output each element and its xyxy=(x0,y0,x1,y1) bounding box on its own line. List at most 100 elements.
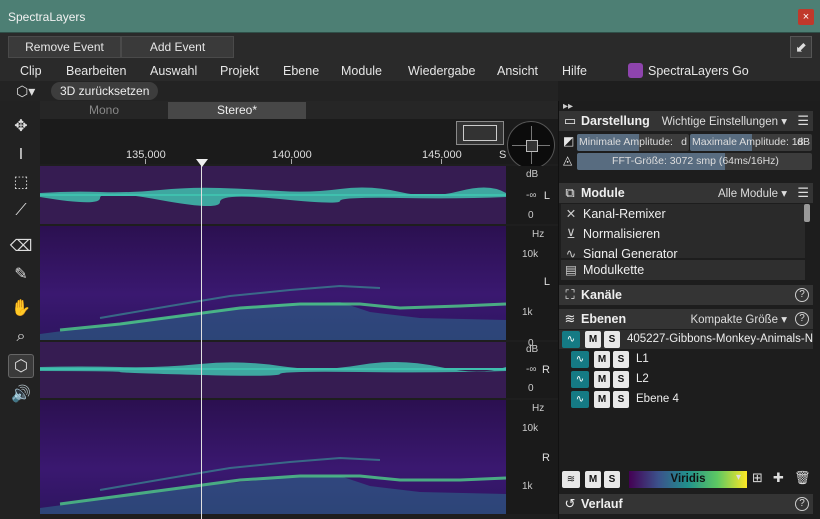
menu-module[interactable]: Module xyxy=(341,64,382,78)
spectrogram-left-graph xyxy=(40,284,506,340)
waveform-left-graph xyxy=(40,187,506,207)
db-inf-label: -∞ xyxy=(526,364,537,375)
max-amplitude-slider[interactable]: Maximale Amplitude: 18 dB xyxy=(690,134,812,151)
menu-ebene[interactable]: Ebene xyxy=(283,64,319,78)
chevron-down-icon[interactable]: ▾ xyxy=(736,472,741,483)
monitor-icon: ▭ xyxy=(563,113,577,128)
reset-3d-button[interactable]: 3D zurücksetzen xyxy=(51,82,159,100)
layer-row-root[interactable]: ∿ M S 405227-Gibbons-Monkey-Animals-N xyxy=(559,330,813,349)
solo-button[interactable]: S xyxy=(604,331,620,348)
menu-wiedergabe[interactable]: Wiedergabe xyxy=(408,64,475,78)
min-amplitude-slider[interactable]: Minimale Amplitude: d xyxy=(577,134,689,151)
display-preset-dropdown[interactable]: Wichtige Einstellungen ▾ xyxy=(662,114,787,128)
help-icon[interactable]: ? xyxy=(795,312,809,326)
move-icon[interactable]: ✥ xyxy=(8,115,34,139)
freq-1k-label: 1k xyxy=(522,307,533,318)
rect-select-icon[interactable]: ⬚ xyxy=(8,171,34,195)
mute-button[interactable]: M xyxy=(585,331,601,348)
playhead-line[interactable] xyxy=(201,160,202,519)
new-layer-icon[interactable]: ⊞ xyxy=(752,470,763,486)
waveform-right[interactable]: 0 dB -∞ 0 R xyxy=(40,338,558,398)
remove-event-button[interactable]: Remove Event xyxy=(8,36,121,58)
freq-1k-label: 1k xyxy=(522,481,533,492)
tab-stereo[interactable]: Stereo* xyxy=(168,102,306,119)
display-preset-value: Wichtige Einstellungen xyxy=(661,116,779,128)
spectrogram-left[interactable]: Hz 10k 1k L xyxy=(40,226,558,340)
time-select-icon[interactable]: I xyxy=(8,143,34,167)
channel-tabs: Mono Stereo* xyxy=(40,101,558,119)
modules-section-header[interactable]: ⧉ Module Alle Module ▾ ☰ xyxy=(559,183,813,203)
module-chain-button[interactable]: ▤ Modulkette xyxy=(561,260,805,280)
mute-button[interactable]: M xyxy=(594,391,610,408)
eraser-icon[interactable]: ⌫ xyxy=(8,235,34,259)
menu-clip[interactable]: Clip xyxy=(20,64,42,78)
layer-row[interactable]: ∿ M S Ebene 4 xyxy=(559,390,813,409)
mute-all-button[interactable]: M xyxy=(585,471,601,488)
solo-button[interactable]: S xyxy=(613,371,629,388)
trash-icon[interactable]: 🗑 xyxy=(794,470,811,486)
hz-label: Hz xyxy=(532,229,545,240)
module-item[interactable]: ∿ Signal Generator xyxy=(561,244,805,258)
spectrogram-right[interactable]: Hz 10k 1k R xyxy=(40,400,558,514)
generator-icon: ∿ xyxy=(565,247,577,258)
close-icon[interactable]: × xyxy=(798,9,814,25)
layer-stack-icon[interactable]: ≋ xyxy=(562,471,580,488)
module-item[interactable]: ✕ Kanal-Remixer xyxy=(561,204,805,224)
overview-thumbnail[interactable] xyxy=(456,121,504,145)
add-waveform-icon[interactable]: ✚ xyxy=(773,470,784,486)
tab-mono[interactable]: Mono xyxy=(40,102,168,119)
nav-cube-icon[interactable] xyxy=(526,140,538,152)
brush-select-icon[interactable]: ⟋ xyxy=(8,199,34,223)
speaker-icon[interactable]: 🔊 xyxy=(8,383,34,407)
overview-viewport[interactable] xyxy=(463,125,497,141)
modules-title: Module xyxy=(581,186,625,200)
module-label: Signal Generator xyxy=(583,247,678,258)
right-panel: ▸▸ ▭ Darstellung Wichtige Einstellungen … xyxy=(558,101,820,519)
view-cube-icon[interactable]: ⬡▾ xyxy=(16,83,35,100)
fft-size-slider[interactable]: FFT-Größe: 3072 smp (64ms/16Hz) xyxy=(577,153,812,170)
event-toolbar: Remove Event Add Event ⬋ xyxy=(0,33,820,61)
display-title: Darstellung xyxy=(581,114,650,128)
menu-ansicht[interactable]: Ansicht xyxy=(497,64,538,78)
layers-size-dropdown[interactable]: Kompakte Größe ▾ xyxy=(690,312,787,326)
mute-button[interactable]: M xyxy=(594,351,610,368)
layer-row[interactable]: ∿ M S L2 xyxy=(559,370,813,389)
waveform-left[interactable]: dB -∞ 0 L xyxy=(40,166,558,224)
navigation-wheel[interactable] xyxy=(507,121,555,169)
solo-button[interactable]: S xyxy=(613,351,629,368)
menu-projekt[interactable]: Projekt xyxy=(220,64,259,78)
db-label: dB xyxy=(526,169,539,180)
mute-button[interactable]: M xyxy=(594,371,610,388)
layer-row[interactable]: ∿ M S L1 xyxy=(559,350,813,369)
db-zero-label: 0 xyxy=(528,383,534,394)
layers-section-header[interactable]: ≋ Ebenen Kompakte Größe ▾ ? xyxy=(559,309,813,329)
display-section-header[interactable]: ▭ Darstellung Wichtige Einstellungen ▾ ☰ xyxy=(559,111,813,131)
menu-hilfe[interactable]: Hilfe xyxy=(562,64,587,78)
solo-button[interactable]: S xyxy=(613,391,629,408)
pen-icon[interactable]: ✎ xyxy=(8,263,34,287)
fft-size-label: FFT-Größe: 3072 smp (64ms/16Hz) xyxy=(612,155,779,167)
module-item[interactable]: ⊻ Normalisieren xyxy=(561,224,805,244)
time-ruler[interactable]: 135.000 140.000 145.000 S xyxy=(40,119,558,169)
menu-bar: Clip Bearbeiten Auswahl Projekt Ebene Mo… xyxy=(0,61,820,81)
colormap-select[interactable]: Viridis xyxy=(629,471,747,488)
modules-scrollbar[interactable] xyxy=(804,204,810,222)
playhead-marker-icon[interactable] xyxy=(196,159,208,167)
help-icon[interactable]: ? xyxy=(795,497,809,511)
menu-bearbeiten[interactable]: Bearbeiten xyxy=(66,64,126,78)
menu-auswahl[interactable]: Auswahl xyxy=(150,64,197,78)
history-section-header[interactable]: ↺ Verlauf ? xyxy=(559,494,813,514)
zoom-icon[interactable]: ⌕ xyxy=(8,325,34,349)
list-menu-icon[interactable]: ☰ xyxy=(797,185,809,201)
channels-section-header[interactable]: ⛶ Kanäle ? xyxy=(559,285,813,305)
hand-icon[interactable]: ✋ xyxy=(8,297,34,321)
modules-filter-dropdown[interactable]: Alle Module ▾ xyxy=(718,186,787,200)
channel-label: L xyxy=(543,190,550,202)
waveform-icon: ∿ xyxy=(562,331,580,348)
cube-icon[interactable]: ⬡ xyxy=(8,354,34,378)
help-icon[interactable]: ? xyxy=(795,288,809,302)
add-event-button[interactable]: Add Event xyxy=(121,36,234,58)
list-menu-icon[interactable]: ☰ xyxy=(797,113,809,129)
collapse-icon[interactable]: ⬋ xyxy=(790,36,812,58)
solo-all-button[interactable]: S xyxy=(604,471,620,488)
